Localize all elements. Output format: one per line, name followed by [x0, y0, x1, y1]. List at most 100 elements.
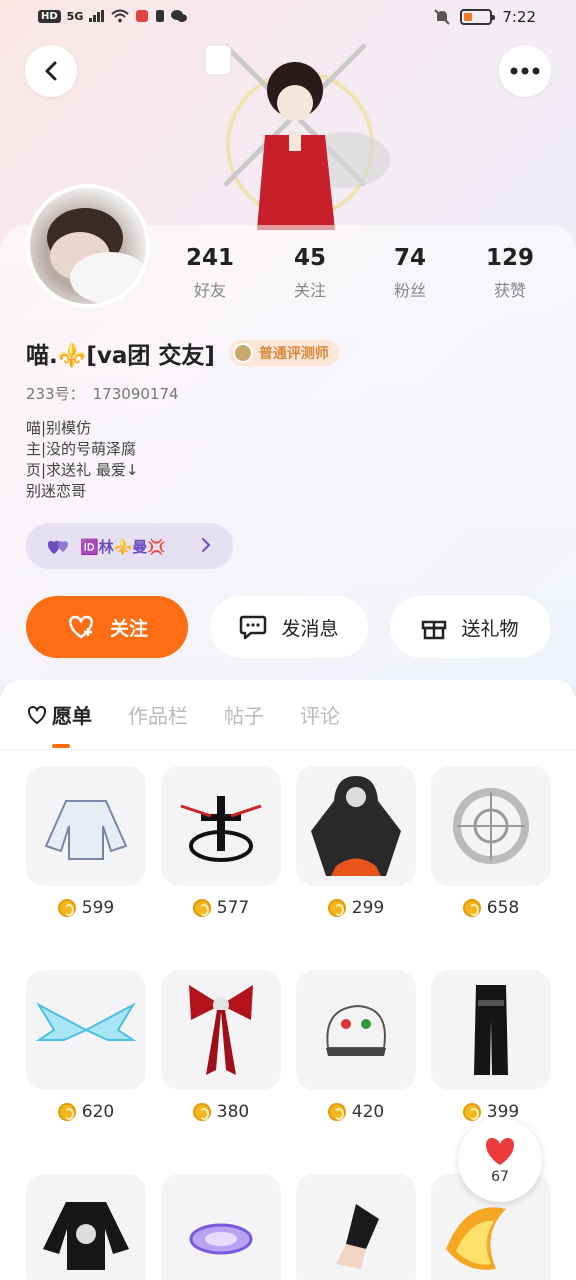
bio-line: 别迷恋哥 — [26, 482, 87, 500]
like-count: 67 — [491, 1169, 509, 1185]
stat-value: 129 — [485, 245, 534, 271]
tab-comments[interactable]: 评论 — [300, 700, 340, 729]
chevron-right-icon — [202, 538, 211, 552]
alert-icon — [156, 10, 165, 22]
wechat-icon — [171, 10, 188, 22]
item-image — [161, 1174, 281, 1280]
wishlist-item[interactable]: 279 — [296, 1174, 416, 1280]
network-label: 5G — [66, 9, 84, 23]
bio-line: 页|求送礼 最爱↓ — [26, 461, 139, 479]
chat-icon — [240, 615, 267, 640]
hd-chip: HD — [38, 9, 61, 23]
item-image — [161, 970, 281, 1090]
price-value: 620 — [81, 1102, 115, 1122]
wishlist-item[interactable]: 658 — [431, 766, 551, 918]
wishlist-item[interactable]: 620 — [26, 970, 146, 1122]
price-value: 420 — [351, 1102, 385, 1122]
character-avatar-image — [185, 35, 395, 230]
coin-icon — [327, 899, 346, 917]
item-price: 380 — [161, 1102, 281, 1122]
item-price: 299 — [296, 898, 416, 918]
item-image — [26, 970, 146, 1090]
price-value: 380 — [216, 1102, 250, 1122]
stat-value: 241 — [185, 245, 234, 271]
wishlist-item[interactable]: 380 — [161, 970, 281, 1122]
group-label: 🆔林⚜️曼💢 — [80, 537, 167, 556]
status-left: HD 5G — [38, 9, 188, 23]
item-image — [296, 1174, 416, 1280]
uid-label: 233号： — [26, 385, 85, 403]
signal-icon — [89, 10, 105, 22]
bio-line: 主|没的号萌泽腐 — [26, 440, 137, 458]
price-value: 599 — [81, 898, 115, 918]
badge-text: 普通评测师 — [258, 346, 329, 362]
stat-friends[interactable]: 241 好友 — [160, 245, 260, 301]
item-image — [26, 1174, 146, 1280]
follow-label: 关注 — [109, 617, 148, 640]
item-image — [431, 970, 551, 1090]
coin-icon — [462, 899, 481, 917]
battery-icon — [460, 9, 496, 25]
message-button[interactable]: 发消息 — [210, 596, 368, 658]
coin-icon — [57, 1103, 76, 1121]
divider — [0, 749, 576, 750]
message-label: 发消息 — [281, 617, 339, 640]
chevron-left-icon — [45, 61, 57, 81]
avatar[interactable] — [26, 184, 150, 308]
group-link[interactable]: 🆔林⚜️曼💢 — [26, 523, 233, 569]
app-notify-icon — [136, 10, 149, 22]
stat-following[interactable]: 45 关注 — [260, 245, 360, 301]
wishlist-item[interactable]: 420 — [296, 970, 416, 1122]
stat-label: 好友 — [193, 281, 226, 300]
item-price: 420 — [296, 1102, 416, 1122]
wishlist-item[interactable]: 577 — [161, 1174, 281, 1280]
stat-label: 关注 — [293, 281, 326, 300]
more-button[interactable] — [499, 45, 551, 97]
tab-indicator — [52, 744, 70, 748]
item-image — [161, 766, 281, 886]
clock: 7:22 — [502, 8, 536, 26]
wishlist-grid: 599 577 299 658 620 380 420 399 — [26, 766, 551, 1280]
item-image — [26, 766, 146, 886]
coin-icon — [57, 899, 76, 917]
stat-likes[interactable]: 129 获赞 — [460, 245, 560, 301]
gift-icon — [422, 620, 447, 640]
gift-label: 送礼物 — [461, 617, 519, 640]
back-button[interactable] — [25, 45, 77, 97]
stat-fans[interactable]: 74 粉丝 — [360, 245, 460, 301]
like-float-button[interactable]: 67 — [458, 1118, 542, 1202]
status-bar: HD 5G 7:22 — [0, 0, 576, 36]
coin-icon — [327, 1103, 346, 1121]
badge-icon — [232, 343, 253, 363]
more-dots-icon — [510, 67, 540, 75]
username: 喵.⚜️[va团 交友] — [26, 343, 215, 369]
gift-button[interactable]: 送礼物 — [390, 596, 550, 658]
item-image — [296, 766, 416, 886]
tab-label: 愿单 — [52, 704, 92, 728]
bio: 喵|别模仿 主|没的号萌泽腐 页|求送礼 最爱↓ 别迷恋哥 — [26, 418, 138, 502]
tab-wishlist[interactable]: 愿单 — [26, 700, 92, 729]
stat-value: 45 — [293, 245, 326, 271]
price-value: 299 — [351, 898, 385, 918]
tab-works[interactable]: 作品栏 — [128, 700, 188, 729]
reviewer-badge[interactable]: 普通评测师 — [228, 340, 339, 366]
coin-icon — [462, 1103, 481, 1121]
hearts-icon — [47, 540, 68, 554]
wishlist-item[interactable]: 599 — [26, 766, 146, 918]
bio-line: 喵|别模仿 — [26, 419, 92, 437]
stat-value: 74 — [393, 245, 426, 271]
tab-bar: 愿单 作品栏 帖子 评论 — [26, 700, 340, 729]
wishlist-item[interactable]: 480 — [26, 1174, 146, 1280]
wishlist-item[interactable]: 399 — [431, 970, 551, 1122]
tab-posts[interactable]: 帖子 — [224, 700, 264, 729]
wifi-icon — [111, 9, 130, 23]
price-value: 658 — [486, 898, 520, 918]
username-row: 喵.⚜️[va团 交友] 普通评测师 — [26, 336, 339, 370]
heart-outline-icon — [27, 705, 47, 724]
heart-icon — [486, 1138, 514, 1165]
wishlist-item[interactable]: 299 — [296, 766, 416, 918]
action-buttons: 关注 发消息 送礼物 — [26, 596, 550, 658]
profile-stats: 241 好友 45 关注 74 粉丝 129 获赞 — [160, 245, 560, 301]
follow-button[interactable]: 关注 — [26, 596, 188, 658]
wishlist-item[interactable]: 577 — [161, 766, 281, 918]
